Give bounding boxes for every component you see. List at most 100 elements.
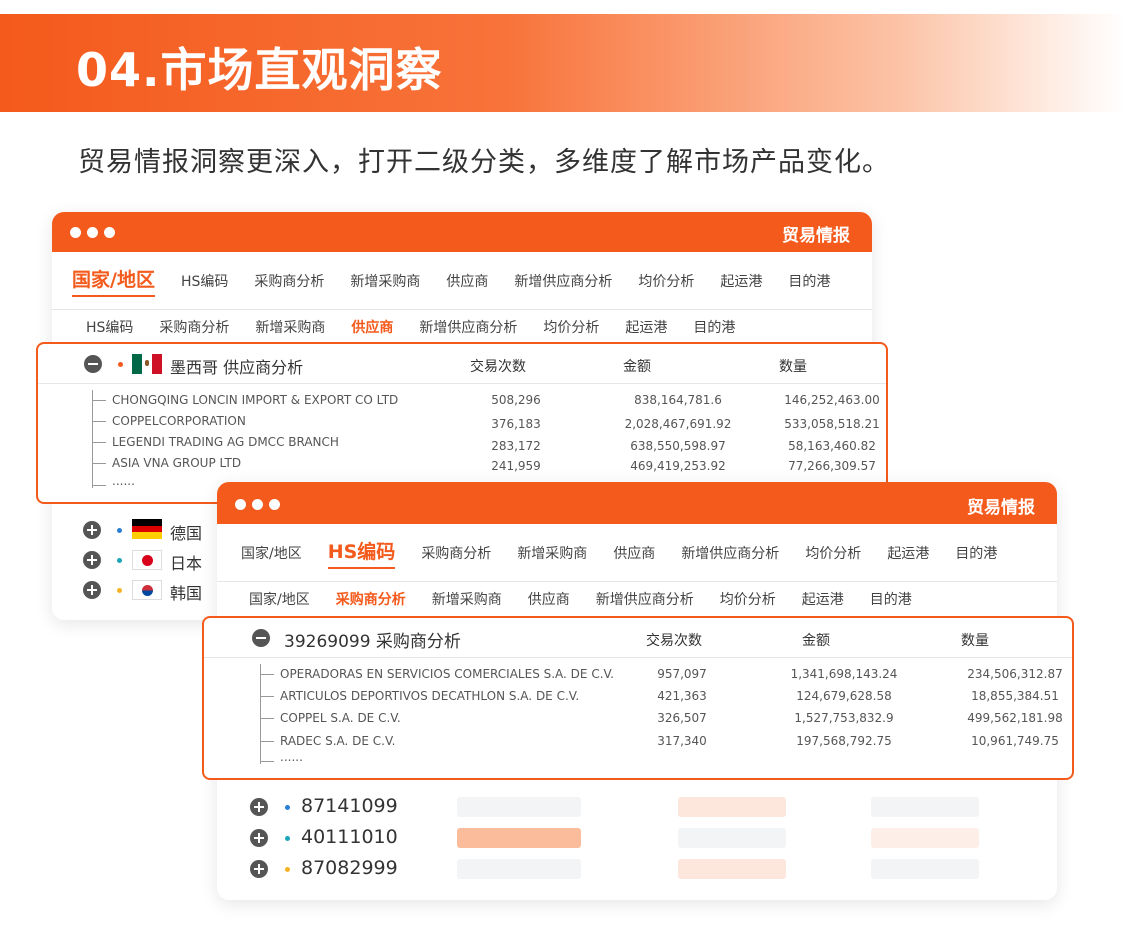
window-controls[interactable] bbox=[70, 227, 115, 238]
cell-amount: 1,341,698,143.24 bbox=[790, 667, 898, 681]
tab-new-supplier-analysis[interactable]: 新增供应商分析 bbox=[681, 543, 779, 563]
country-korea[interactable]: 韩国 bbox=[170, 580, 202, 604]
tab-new-buyers[interactable]: 新增采购商 bbox=[350, 271, 420, 291]
subtab-hs-code[interactable]: HS编码 bbox=[86, 317, 133, 337]
cell-quantity: 77,266,309.57 bbox=[788, 459, 876, 473]
table-row[interactable]: ARTICULOS DEPORTIVOS DECATHLON S.A. DE C… bbox=[260, 687, 1060, 707]
tab-origin-port[interactable]: 起运港 bbox=[887, 543, 929, 563]
more-indicator: ...... bbox=[112, 474, 135, 488]
expand-icon[interactable] bbox=[83, 521, 101, 539]
subtab-destination-port[interactable]: 目的港 bbox=[693, 317, 735, 337]
column-header-count[interactable]: 交易次数 bbox=[646, 630, 702, 650]
cell-quantity: 146,252,463.00 bbox=[784, 393, 880, 407]
subtab-avg-price[interactable]: 均价分析 bbox=[720, 589, 776, 609]
cell-count: 317,340 bbox=[657, 734, 707, 748]
window-controls[interactable] bbox=[235, 499, 280, 510]
cell-count: 508,296 bbox=[491, 393, 541, 407]
country-germany[interactable]: 德国 bbox=[170, 520, 202, 544]
cell-quantity: 499,562,181.98 bbox=[967, 711, 1063, 725]
buyer-name[interactable]: ARTICULOS DEPORTIVOS DECATHLON S.A. DE C… bbox=[280, 689, 579, 703]
column-header-amount[interactable]: 金额 bbox=[623, 356, 651, 376]
subtab-buyer-analysis[interactable]: 采购商分析 bbox=[336, 589, 406, 609]
country-japan[interactable]: 日本 bbox=[170, 550, 202, 574]
subtab-country[interactable]: 国家/地区 bbox=[249, 589, 310, 609]
tab-hs-code[interactable]: HS编码 bbox=[181, 271, 228, 291]
window-dot-icon[interactable] bbox=[104, 227, 115, 238]
tab-new-supplier-analysis[interactable]: 新增供应商分析 bbox=[514, 271, 612, 291]
japan-flag-icon bbox=[132, 550, 162, 570]
subtab-new-supplier-analysis[interactable]: 新增供应商分析 bbox=[596, 589, 694, 609]
tab-country[interactable]: 国家/地区 bbox=[72, 265, 155, 297]
tab-buyer-analysis[interactable]: 采购商分析 bbox=[254, 271, 324, 291]
collapse-icon[interactable] bbox=[252, 629, 270, 647]
buyer-name[interactable]: COPPEL S.A. DE C.V. bbox=[280, 711, 401, 725]
cell-quantity: 10,961,749.75 bbox=[971, 734, 1059, 748]
tab-new-buyers[interactable]: 新增采购商 bbox=[517, 543, 587, 563]
subtab-suppliers[interactable]: 供应商 bbox=[351, 317, 393, 337]
supplier-name[interactable]: COPPELCORPORATION bbox=[112, 414, 246, 428]
tab-avg-price[interactable]: 均价分析 bbox=[638, 271, 694, 291]
hs-code-item[interactable]: 40111010 bbox=[301, 826, 398, 848]
panel-header: 39269099 采购商分析 交易次数 金额 数量 bbox=[204, 618, 1072, 658]
buyer-analysis-panel: 39269099 采购商分析 交易次数 金额 数量 OPERADORAS EN … bbox=[202, 616, 1074, 780]
expand-icon[interactable] bbox=[83, 551, 101, 569]
supplier-name[interactable]: ASIA VNA GROUP LTD bbox=[112, 456, 241, 470]
bullet-icon bbox=[117, 558, 122, 563]
column-header-quantity[interactable]: 数量 bbox=[961, 630, 989, 650]
subtab-new-buyers[interactable]: 新增采购商 bbox=[432, 589, 502, 609]
hs-code-item[interactable]: 87141099 bbox=[301, 795, 398, 817]
expand-icon[interactable] bbox=[250, 860, 268, 878]
window-dot-icon[interactable] bbox=[235, 499, 246, 510]
column-header-count[interactable]: 交易次数 bbox=[470, 356, 526, 376]
collapse-icon[interactable] bbox=[84, 355, 102, 373]
secondary-nav: HS编码 采购商分析 新增采购商 供应商 新增供应商分析 均价分析 起运港 目的… bbox=[52, 310, 872, 344]
tab-origin-port[interactable]: 起运港 bbox=[720, 271, 762, 291]
bullet-icon bbox=[285, 805, 290, 810]
page-subtitle: 贸易情报洞察更深入，打开二级分类，多维度了解市场产品变化。 bbox=[78, 147, 890, 178]
window-dot-icon[interactable] bbox=[252, 499, 263, 510]
hs-code-item[interactable]: 87082999 bbox=[301, 857, 398, 879]
window-title: 贸易情报 bbox=[782, 226, 850, 246]
expand-icon[interactable] bbox=[250, 829, 268, 847]
tab-suppliers[interactable]: 供应商 bbox=[613, 543, 655, 563]
panel-title: 墨西哥 供应商分析 bbox=[170, 358, 304, 377]
subtab-new-buyers[interactable]: 新增采购商 bbox=[255, 317, 325, 337]
cell-count: 326,507 bbox=[657, 711, 707, 725]
table-row[interactable]: RADEC S.A. DE C.V. 317,340 197,568,792.7… bbox=[260, 732, 1060, 752]
tab-suppliers[interactable]: 供应商 bbox=[446, 271, 488, 291]
subtab-origin-port[interactable]: 起运港 bbox=[802, 589, 844, 609]
window-dot-icon[interactable] bbox=[269, 499, 280, 510]
table-row[interactable]: CHONGQING LONCIN IMPORT & EXPORT CO LTD … bbox=[92, 391, 880, 411]
tab-destination-port[interactable]: 目的港 bbox=[788, 271, 830, 291]
table-row[interactable]: COPPELCORPORATION 376,183 2,028,467,691.… bbox=[92, 412, 880, 432]
subtab-avg-price[interactable]: 均价分析 bbox=[543, 317, 599, 337]
table-row[interactable]: COPPEL S.A. DE C.V. 326,507 1,527,753,83… bbox=[260, 709, 1063, 729]
placeholder-bar bbox=[678, 859, 786, 879]
expand-icon[interactable] bbox=[250, 798, 268, 816]
subtab-suppliers[interactable]: 供应商 bbox=[528, 589, 570, 609]
buyer-name[interactable]: RADEC S.A. DE C.V. bbox=[280, 734, 395, 748]
tab-country[interactable]: 国家/地区 bbox=[241, 543, 302, 563]
column-header-quantity[interactable]: 数量 bbox=[779, 356, 807, 376]
korea-flag-icon bbox=[132, 580, 162, 600]
tab-buyer-analysis[interactable]: 采购商分析 bbox=[421, 543, 491, 563]
subtab-buyer-analysis[interactable]: 采购商分析 bbox=[159, 317, 229, 337]
tab-hs-code[interactable]: HS编码 bbox=[327, 537, 396, 569]
tab-destination-port[interactable]: 目的港 bbox=[955, 543, 997, 563]
window-dot-icon[interactable] bbox=[87, 227, 98, 238]
subtab-origin-port[interactable]: 起运港 bbox=[625, 317, 667, 337]
bullet-icon bbox=[117, 588, 122, 593]
column-header-amount[interactable]: 金额 bbox=[802, 630, 830, 650]
supplier-name[interactable]: LEGENDI TRADING AG DMCC BRANCH bbox=[112, 435, 339, 449]
buyer-name[interactable]: OPERADORAS EN SERVICIOS COMERCIALES S.A.… bbox=[280, 667, 614, 681]
window-dot-icon[interactable] bbox=[70, 227, 81, 238]
table-row[interactable]: OPERADORAS EN SERVICIOS COMERCIALES S.A.… bbox=[260, 665, 1063, 685]
primary-nav: 国家/地区 HS编码 采购商分析 新增采购商 供应商 新增供应商分析 均价分析 … bbox=[52, 252, 872, 310]
tab-avg-price[interactable]: 均价分析 bbox=[805, 543, 861, 563]
table-row[interactable]: ASIA VNA GROUP LTD 241,959 469,419,253.9… bbox=[92, 454, 876, 474]
supplier-name[interactable]: CHONGQING LONCIN IMPORT & EXPORT CO LTD bbox=[112, 393, 398, 407]
table-row[interactable]: LEGENDI TRADING AG DMCC BRANCH 283,172 6… bbox=[92, 433, 876, 453]
subtab-destination-port[interactable]: 目的港 bbox=[870, 589, 912, 609]
subtab-new-supplier-analysis[interactable]: 新增供应商分析 bbox=[419, 317, 517, 337]
expand-icon[interactable] bbox=[83, 581, 101, 599]
